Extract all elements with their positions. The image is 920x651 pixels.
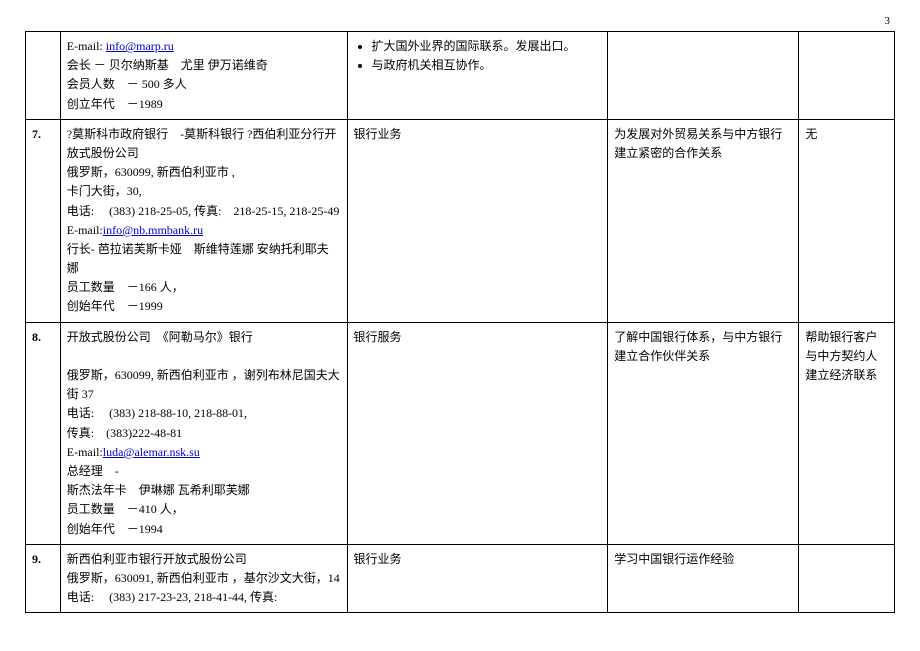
- text: 总经理 -: [67, 464, 119, 478]
- text: 电话: (383) 217-23-23, 218-41-44, 传真:: [67, 590, 278, 604]
- text: 员工数量 －166 人，: [67, 280, 184, 294]
- company-info: ?莫斯科市政府银行 -莫斯科银行 ?西伯利亚分行开放式股份公司 俄罗斯，6300…: [60, 119, 347, 322]
- purpose: 学习中国银行运作经验: [608, 544, 799, 613]
- text: 俄罗斯，630091, 新西伯利亚市 ，基尔沙文大街，14: [67, 571, 340, 585]
- table-row: 9. 新西伯利亚市银行开放式股份公司 俄罗斯，630091, 新西伯利亚市 ，基…: [26, 544, 895, 613]
- purpose: 了解中国银行体系，与中方银行建立合作伙伴关系: [608, 322, 799, 544]
- purpose: [608, 32, 799, 120]
- text: 卡门大街，30,: [67, 184, 142, 198]
- text: 俄罗斯，630099, 新西伯利亚市 ，谢列布林尼国夫大街 37: [67, 368, 340, 401]
- row-number: [26, 32, 61, 120]
- row-number: 7.: [26, 119, 61, 322]
- main-table: E-mail: info@marp.ru 会长 － 贝尔纳斯基 尤里 伊万诺维奇…: [25, 31, 895, 613]
- text: 斯杰法年卡 伊琳娜 瓦希利耶芙娜: [67, 483, 250, 497]
- text: E-mail:: [67, 223, 103, 237]
- text: ?莫斯科市政府银行 -莫斯科银行 ?西伯利亚分行开放式股份公司: [67, 127, 337, 160]
- row-number: 9.: [26, 544, 61, 613]
- bullet: 与政府机关相互协作。: [372, 56, 602, 75]
- text: 传真: (383)222-48-81: [67, 426, 182, 440]
- text: 电话: (383) 218-88-10, 218-88-01,: [67, 406, 247, 420]
- business-scope: 扩大国外业界的国际联系。发展出口。 与政府机关相互协作。: [347, 32, 608, 120]
- text: 会员人数 － 500 多人: [67, 77, 187, 91]
- text: 会长 － 贝尔纳斯基 尤里 伊万诺维奇: [67, 58, 268, 72]
- bullet: 扩大国外业界的国际联系。发展出口。: [372, 37, 602, 56]
- text: 创始年代 －1994: [67, 522, 163, 536]
- text: 创始年代 －1999: [67, 299, 163, 313]
- text: E-mail:: [67, 445, 103, 459]
- text: 俄罗斯，630099, 新西伯利亚市 ,: [67, 165, 235, 179]
- business-scope: 银行业务: [347, 544, 608, 613]
- text: 行长- 芭拉诺芙斯卡娅 斯维特莲娜 安纳托利耶夫娜: [67, 242, 329, 275]
- business-scope: 银行服务: [347, 322, 608, 544]
- table-row: E-mail: info@marp.ru 会长 － 贝尔纳斯基 尤里 伊万诺维奇…: [26, 32, 895, 120]
- notes: [799, 32, 895, 120]
- notes: 无: [799, 119, 895, 322]
- table-row: 7. ?莫斯科市政府银行 -莫斯科银行 ?西伯利亚分行开放式股份公司 俄罗斯，6…: [26, 119, 895, 322]
- email-link[interactable]: luda@alemar.nsk.su: [103, 445, 200, 459]
- company-info: E-mail: info@marp.ru 会长 － 贝尔纳斯基 尤里 伊万诺维奇…: [60, 32, 347, 120]
- purpose: 为发展对外贸易关系与中方银行建立紧密的合作关系: [608, 119, 799, 322]
- text: 开放式股份公司 《阿勒马尔》银行: [67, 330, 253, 344]
- text: 员工数量 －410 人，: [67, 502, 184, 516]
- text: 创立年代 －1989: [67, 97, 163, 111]
- row-number: 8.: [26, 322, 61, 544]
- text: 电话: (383) 218-25-05, 传真: 218-25-15, 218-…: [67, 204, 340, 218]
- text: 新西伯利亚市银行开放式股份公司: [67, 552, 247, 566]
- notes: [799, 544, 895, 613]
- email-link[interactable]: info@nb.mmbank.ru: [103, 223, 203, 237]
- text: E-mail:: [67, 39, 106, 53]
- table-row: 8. 开放式股份公司 《阿勒马尔》银行 俄罗斯，630099, 新西伯利亚市 ，…: [26, 322, 895, 544]
- page-number: 3: [25, 15, 895, 27]
- company-info: 开放式股份公司 《阿勒马尔》银行 俄罗斯，630099, 新西伯利亚市 ，谢列布…: [60, 322, 347, 544]
- notes: 帮助银行客户与中方契约人建立经济联系: [799, 322, 895, 544]
- company-info: 新西伯利亚市银行开放式股份公司 俄罗斯，630091, 新西伯利亚市 ，基尔沙文…: [60, 544, 347, 613]
- business-scope: 银行业务: [347, 119, 608, 322]
- email-link[interactable]: info@marp.ru: [106, 39, 174, 53]
